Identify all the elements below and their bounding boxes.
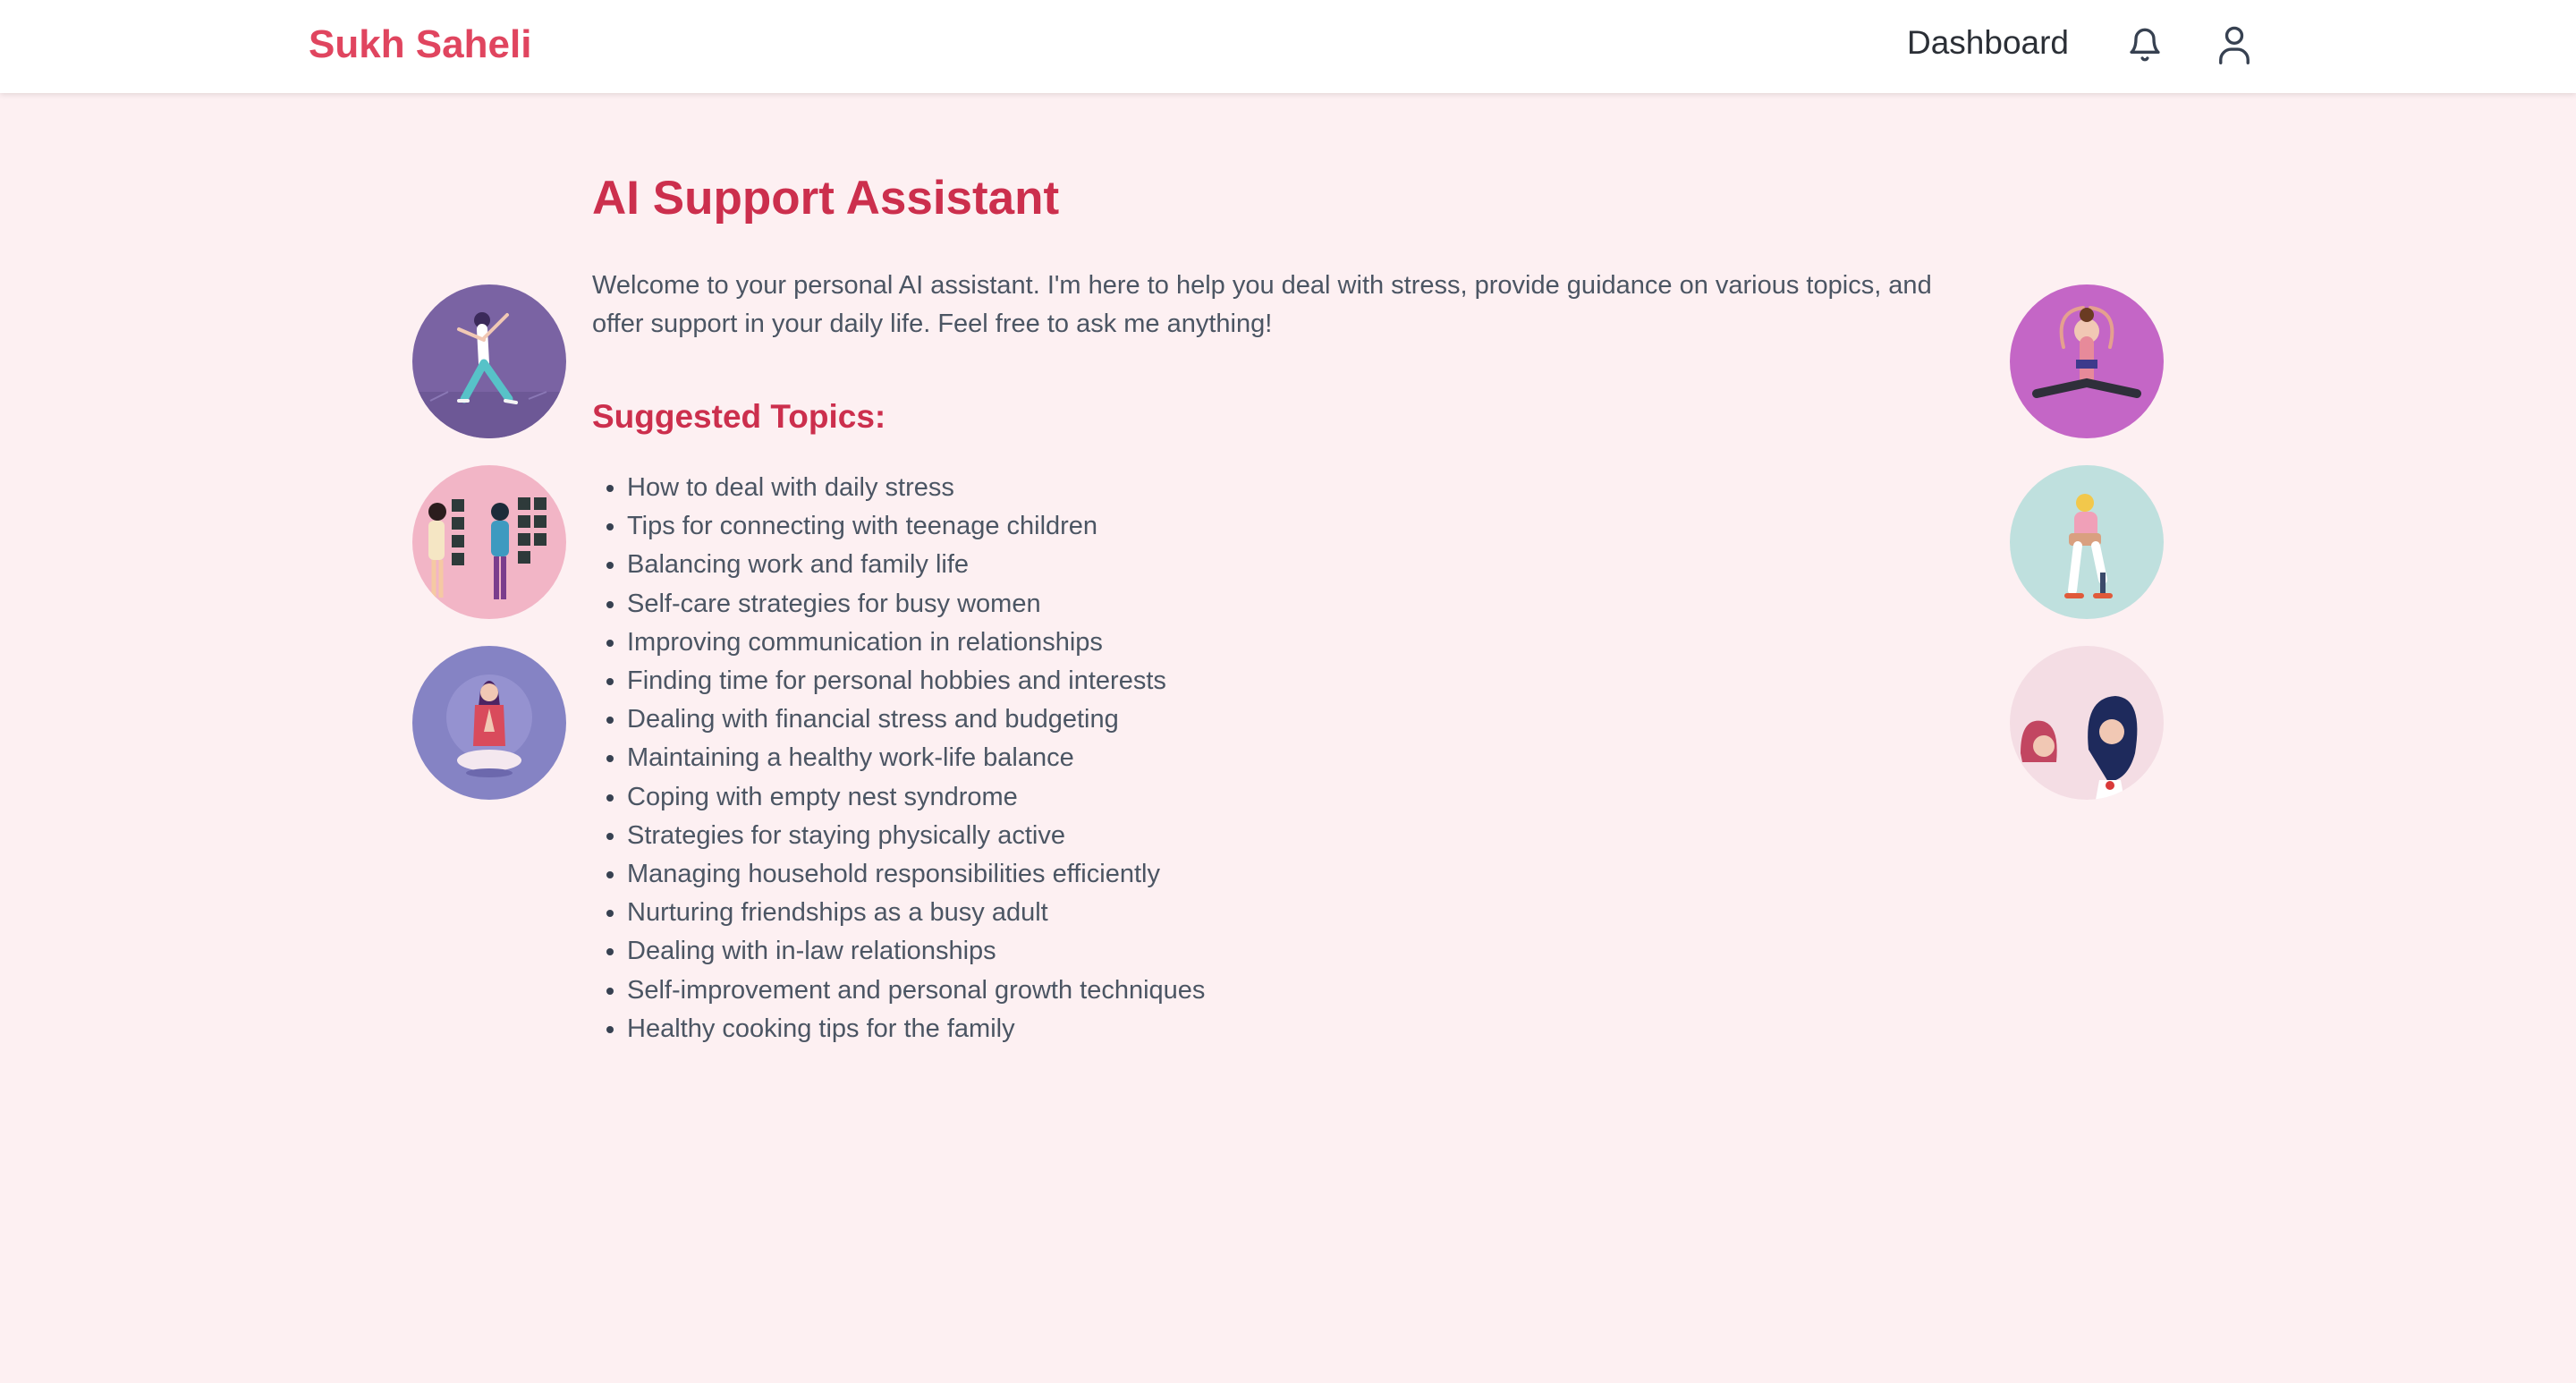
two-women-illustration [2010,646,2164,800]
user-icon [2219,26,2250,64]
split-stretch-illustration [2010,284,2164,438]
top-navbar: Sukh Saheli Dashboard [0,0,2576,93]
topic-item: Finding time for personal hobbies and in… [627,662,1205,700]
notifications-button[interactable] [2120,20,2170,70]
meditation-illustration [412,646,566,800]
welcome-message: Welcome to your personal AI assistant. I… [592,271,1932,338]
topic-item: Managing household responsibilities effi… [627,855,1205,894]
suggested-topics-list: How to deal with daily stress Tips for c… [592,469,1205,1048]
brand-logo-link[interactable]: Sukh Saheli [309,21,531,68]
topic-item: Coping with empty nest syndrome [627,778,1205,817]
profile-button[interactable] [2209,20,2259,70]
topic-item: Balancing work and family life [627,546,1205,584]
topic-item: Strategies for staying physically active [627,817,1205,855]
main-content: AI Support Assistant Welcome to your per… [0,93,2576,1383]
topic-item: Self-improvement and personal growth tec… [627,971,1205,1010]
dashboard-link[interactable]: Dashboard [1907,21,2069,64]
bell-icon [2130,28,2160,62]
ultrasound-couple-illustration [412,465,566,619]
topic-item: Tips for connecting with teenage childre… [627,507,1205,546]
topic-item: Healthy cooking tips for the family [627,1010,1205,1048]
topic-item: Maintaining a healthy work-life balance [627,739,1205,777]
topic-item: Self-care strategies for busy women [627,585,1205,624]
leg-prosthesis-illustration [2010,465,2164,619]
topic-item: How to deal with daily stress [627,469,1205,507]
yoga-warrior-illustration [412,284,566,438]
topic-item: Dealing with financial stress and budget… [627,700,1205,739]
topic-item: Improving communication in relationships [627,624,1205,662]
topic-item: Nurturing friendships as a busy adult [627,894,1205,932]
topic-item: Dealing with in-law relationships [627,932,1205,971]
page-title: AI Support Assistant [592,172,1060,225]
suggested-topics-heading: Suggested Topics: [592,398,886,435]
